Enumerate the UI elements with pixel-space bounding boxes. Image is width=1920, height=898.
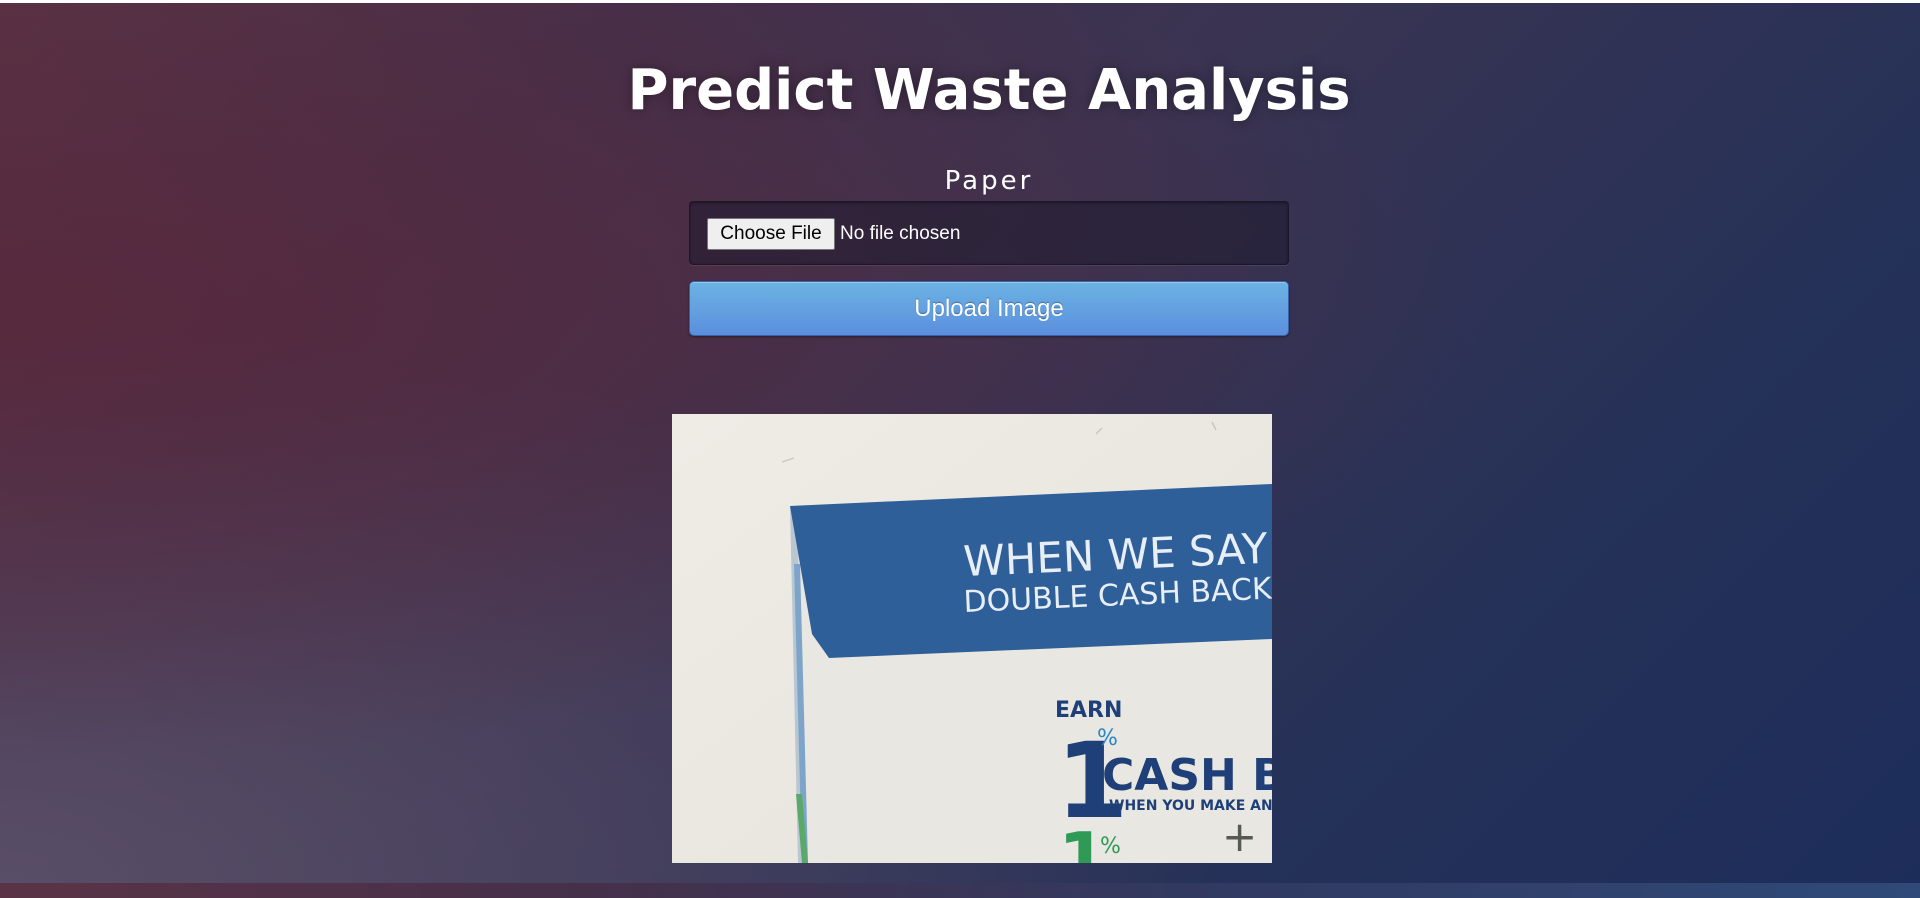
uploaded-image-preview: WHEN WE SAY DOUBLE CASH BACK EARN 1 % CA… [672,414,1272,863]
paper-photo: WHEN WE SAY DOUBLE CASH BACK EARN 1 % CA… [672,414,1272,863]
page-title: Predict Waste Analysis [627,58,1351,123]
file-input-container: Choose File No file chosen [689,201,1289,265]
prediction-label: Paper [944,166,1034,196]
cash-back-text: CASH B [1102,750,1272,801]
plus-sign: + [1222,812,1257,861]
upload-image-button[interactable]: Upload Image [689,281,1289,336]
file-status-text: No file chosen [840,223,961,244]
second-percent-sign: % [1100,834,1121,859]
choose-file-button[interactable]: Choose File [707,218,835,250]
bottom-edge [0,883,1920,898]
percent-sign: % [1097,726,1118,751]
